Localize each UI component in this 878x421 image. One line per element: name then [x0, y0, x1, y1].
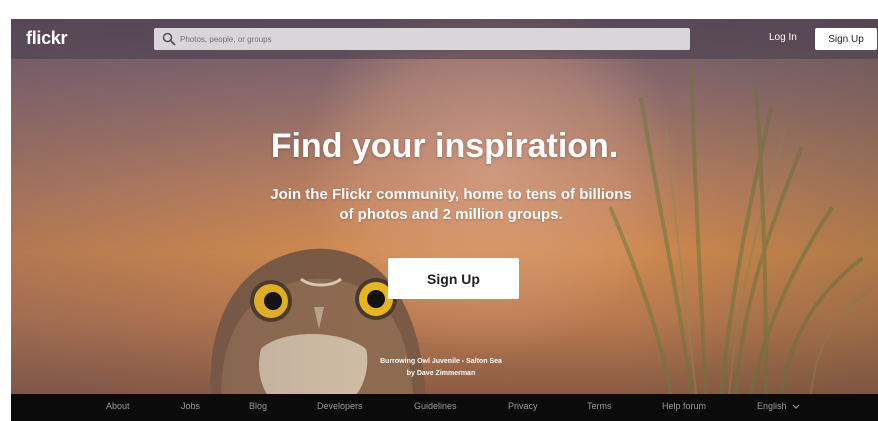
footer-link-privacy[interactable]: Privacy	[508, 401, 538, 411]
footer-link-about[interactable]: About	[106, 401, 130, 411]
flickr-page: flickr Log In Sign Up Find your inspirat…	[11, 19, 878, 421]
signup-button-header[interactable]: Sign Up	[815, 28, 877, 50]
screenshot-frame: flickr Log In Sign Up Find your inspirat…	[0, 0, 878, 421]
footer-link-developers[interactable]: Developers	[317, 401, 363, 411]
footer-link-terms[interactable]: Terms	[587, 401, 612, 411]
hero-subline-1: Join the Flickr community, home to tens …	[270, 186, 632, 203]
photo-author[interactable]: by Dave Zimmerman	[351, 368, 531, 380]
hero-subheadline: Join the Flickr community, home to tens …	[241, 185, 661, 225]
hero-headline: Find your inspiration.	[270, 127, 619, 165]
top-navigation-bar: flickr Log In Sign Up	[11, 19, 878, 59]
hero-section: flickr Log In Sign Up Find your inspirat…	[11, 19, 878, 394]
search-input[interactable]	[180, 28, 680, 50]
signup-button-hero[interactable]: Sign Up	[388, 258, 519, 299]
footer-bar: About Jobs Blog Developers Guidelines Pr…	[11, 394, 878, 421]
footer-link-help-forum[interactable]: Help forum	[662, 401, 706, 411]
hero-subline-2: of photos and 2 million groups.	[339, 206, 563, 223]
language-selector[interactable]: English	[757, 401, 800, 411]
footer-link-blog[interactable]: Blog	[249, 401, 267, 411]
photo-credit[interactable]: Burrowing Owl Juvenile - Salton Sea by D…	[351, 356, 531, 380]
photo-title[interactable]: Burrowing Owl Juvenile - Salton Sea	[351, 356, 531, 368]
flickr-logo[interactable]: flickr	[26, 28, 68, 49]
login-link[interactable]: Log In	[769, 32, 797, 43]
search-icon	[162, 32, 176, 46]
language-label: English	[757, 401, 787, 411]
chevron-down-icon	[792, 404, 800, 409]
footer-link-jobs[interactable]: Jobs	[181, 401, 200, 411]
search-box[interactable]	[154, 28, 690, 50]
footer-link-guidelines[interactable]: Guidelines	[414, 401, 457, 411]
